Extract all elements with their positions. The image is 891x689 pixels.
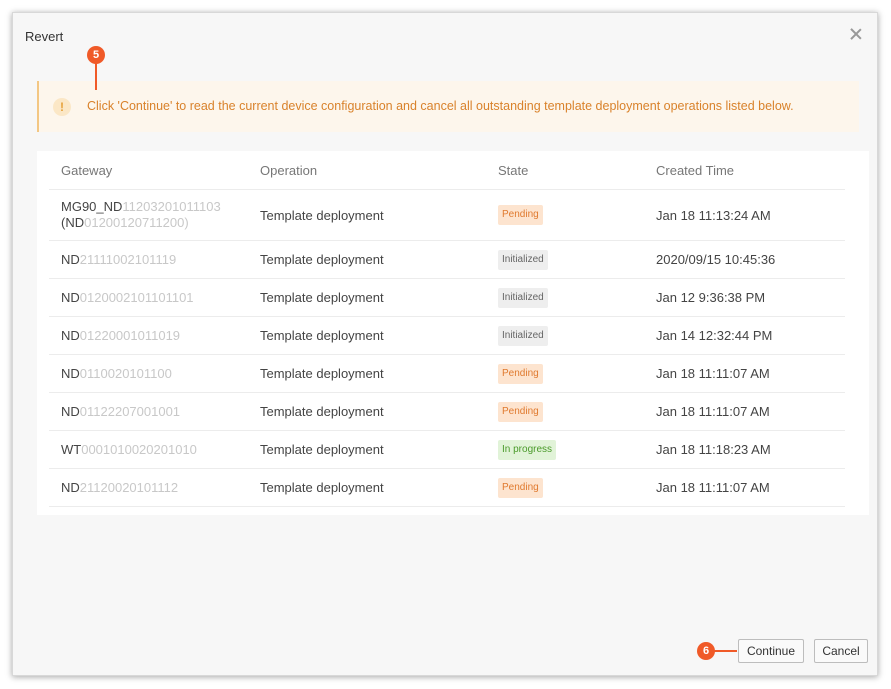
gateway-obscured: 0120002101101101 xyxy=(79,289,194,305)
operation-cell: Template deployment xyxy=(248,316,486,355)
cancel-button[interactable]: Cancel xyxy=(814,639,868,663)
gateway-obscured: 01220001011019 xyxy=(79,327,181,343)
warning-icon: ! xyxy=(53,98,71,116)
operation-cell: Template deployment xyxy=(248,468,486,507)
created-time-cell: Jan 12 9:36:38 PM xyxy=(644,278,845,317)
state-cell: Pending xyxy=(486,468,644,507)
gateway-name: MG90_ND xyxy=(61,199,123,214)
callout-line-5 xyxy=(95,63,97,90)
gateway-obscured: 01122207001001 xyxy=(79,403,181,419)
dialog-title: Revert xyxy=(25,29,64,44)
table-row[interactable]: ND01122207001001 Template deployment Pendi… xyxy=(49,392,845,431)
state-cell: Pending xyxy=(486,189,644,241)
table-row[interactable]: ND0110020101100 Template deployment Pendin… xyxy=(49,354,845,393)
close-icon[interactable] xyxy=(849,27,863,41)
created-time-cell: Jan 14 12:32:44 PM xyxy=(644,316,845,355)
gateway-name: ND xyxy=(61,403,80,419)
gateway-cell: ND21120020101112 xyxy=(49,468,248,507)
gateway-cell: ND0120002101101101 xyxy=(49,278,248,317)
gateway-obscured: 11203201011103 xyxy=(122,199,221,214)
state-cell: In progress xyxy=(486,430,644,469)
gateway-obscured: 0110020101100 xyxy=(79,365,172,381)
gateway-cell: ND21111002101119 xyxy=(49,240,248,279)
gateway-alias-obscured: 01200120711200) xyxy=(84,215,189,230)
gateway-obscured: 21111002101119 xyxy=(79,251,177,267)
status-badge: Pending xyxy=(498,477,543,498)
gateway-cell: ND01220001011019 xyxy=(49,316,248,355)
operations-table: Gateway Operation State Created Time MG9… xyxy=(49,151,845,507)
operation-cell: Template deployment xyxy=(248,240,486,279)
status-badge: Initialized xyxy=(498,287,548,308)
column-header-state[interactable]: State xyxy=(486,151,644,190)
created-time-cell: Jan 18 11:11:07 AM xyxy=(644,354,845,393)
table-row[interactable]: ND01220001011019 Template deployment Initi… xyxy=(49,316,845,355)
created-time-cell: Jan 18 11:13:24 AM xyxy=(644,189,845,241)
operation-cell: Template deployment xyxy=(248,189,486,241)
dialog-header: Revert xyxy=(13,13,877,59)
gateway-cell: MG90_ND11203201011103 (ND01200120711200) xyxy=(49,189,248,241)
column-header-created-time[interactable]: Created Time xyxy=(644,151,845,190)
status-badge: Initialized xyxy=(498,249,548,270)
status-badge: In progress xyxy=(498,439,557,460)
state-cell: Pending xyxy=(486,354,644,393)
gateway-name: ND xyxy=(61,289,80,305)
status-badge: Pending xyxy=(498,205,543,225)
created-time-cell: Jan 18 11:11:07 AM xyxy=(644,468,845,507)
gateway-name: ND xyxy=(61,479,80,495)
status-badge: Initialized xyxy=(498,325,548,346)
gateway-name: ND xyxy=(61,251,80,267)
callout-line-6 xyxy=(714,650,737,652)
operation-cell: Template deployment xyxy=(248,278,486,317)
column-header-gateway[interactable]: Gateway xyxy=(49,151,248,190)
gateway-cell: WT0001010020201010 xyxy=(49,430,248,469)
status-badge: Pending xyxy=(498,363,543,384)
table-row[interactable]: ND21111002101119 Template deployment Initi… xyxy=(49,240,845,279)
gateway-alias: (ND xyxy=(61,215,85,230)
operations-table-card: Gateway Operation State Created Time MG9… xyxy=(37,151,869,515)
operation-cell: Template deployment xyxy=(248,354,486,393)
state-cell: Initialized xyxy=(486,278,644,317)
warning-text: Click 'Continue' to read the current dev… xyxy=(87,99,794,113)
state-cell: Initialized xyxy=(486,316,644,355)
created-time-cell: Jan 18 11:18:23 AM xyxy=(644,430,845,469)
gateway-name: ND xyxy=(61,327,80,343)
operation-cell: Template deployment xyxy=(248,392,486,431)
state-cell: Pending xyxy=(486,392,644,431)
continue-button[interactable]: Continue xyxy=(738,639,804,663)
gateway-name: ND xyxy=(61,365,80,381)
gateway-obscured: 0001010020201010 xyxy=(81,441,197,457)
gateway-obscured: 21120020101112 xyxy=(79,479,179,495)
table-row[interactable]: ND21120020101112 Template deployment Pendi… xyxy=(49,468,845,507)
created-time-cell: 2020/09/15 10:45:36 xyxy=(644,240,845,279)
table-row[interactable]: WT0001010020201010 Template deployment In … xyxy=(49,430,845,469)
gateway-cell: ND01122207001001 xyxy=(49,392,248,431)
callout-badge-5: 5 xyxy=(87,46,105,64)
gateway-name: WT xyxy=(61,441,82,457)
revert-dialog: Revert ! Click 'Continue' to read the cu… xyxy=(12,12,878,676)
table-header-row: Gateway Operation State Created Time xyxy=(49,151,845,190)
callout-badge-6: 6 xyxy=(697,642,715,660)
table-row[interactable]: MG90_ND11203201011103 (ND01200120711200) T… xyxy=(49,189,845,241)
column-header-operation[interactable]: Operation xyxy=(248,151,486,190)
operation-cell: Template deployment xyxy=(248,430,486,469)
created-time-cell: Jan 18 11:11:07 AM xyxy=(644,392,845,431)
warning-banner: ! Click 'Continue' to read the current d… xyxy=(37,81,859,132)
status-badge: Pending xyxy=(498,401,543,422)
table-body: MG90_ND11203201011103 (ND01200120711200) T… xyxy=(49,189,845,507)
state-cell: Initialized xyxy=(486,240,644,279)
gateway-cell: ND0110020101100 xyxy=(49,354,248,393)
table-row[interactable]: ND0120002101101101 Template deployment Ini… xyxy=(49,278,845,317)
